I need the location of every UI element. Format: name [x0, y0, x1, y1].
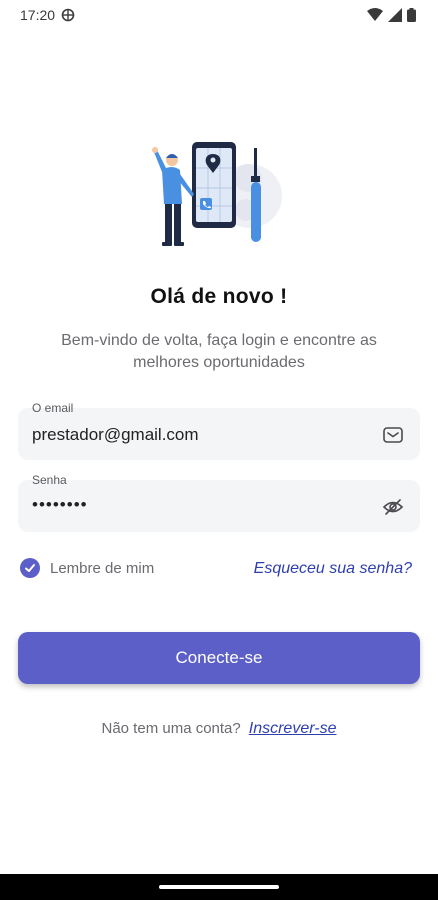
check-icon [25, 564, 35, 572]
status-time: 17:20 [20, 7, 56, 23]
home-gesture-handle[interactable] [159, 885, 279, 889]
remember-me-toggle[interactable]: Lembre de mim [20, 558, 154, 578]
password-field[interactable]: Senha •••••••• [18, 473, 420, 532]
email-field[interactable]: O email prestador@gmail.com [18, 401, 420, 460]
remember-me-checkbox[interactable] [20, 558, 40, 578]
vpn-globe-icon [61, 8, 75, 22]
mail-icon [383, 427, 403, 443]
page-subtitle: Bem-vindo de volta, faça login e encontr… [61, 332, 377, 371]
email-input[interactable]: prestador@gmail.com [32, 425, 199, 445]
eye-off-icon[interactable] [382, 496, 404, 518]
forgot-password-link[interactable]: Esqueceu sua senha? [254, 560, 412, 578]
remember-me-label[interactable]: Lembre de mim [50, 560, 154, 577]
password-input[interactable]: •••••••• [32, 495, 88, 515]
battery-icon [407, 8, 416, 22]
signup-prompt: Não tem uma conta? [101, 720, 241, 737]
login-button[interactable]: Conecte-se [18, 632, 420, 684]
status-bar: 17:20 [0, 0, 438, 30]
password-field-label: Senha [32, 473, 67, 487]
page-title: Olá de novo ! [150, 285, 288, 308]
email-field-label: O email [32, 401, 74, 415]
cellular-signal-icon [388, 8, 402, 22]
wifi-icon [367, 8, 383, 21]
system-navigation-bar [0, 874, 438, 900]
signup-link[interactable]: Inscrever-se [249, 720, 337, 738]
signup-row: Não tem uma conta? Inscrever-se [0, 720, 438, 738]
location-app-illustration [152, 142, 282, 246]
